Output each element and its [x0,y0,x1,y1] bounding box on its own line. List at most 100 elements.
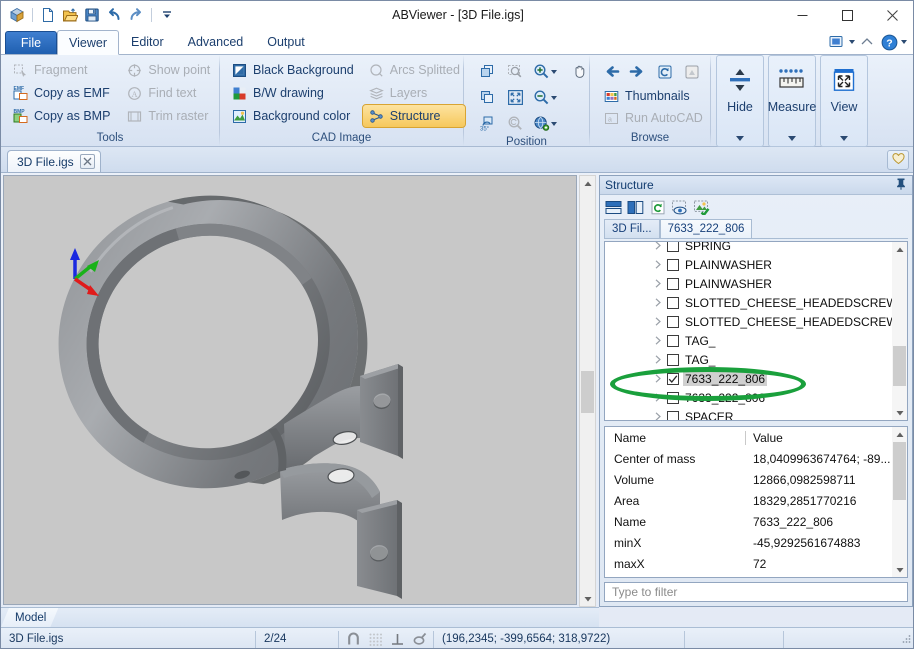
tree-item-checkbox[interactable] [667,315,679,328]
new-file-icon[interactable] [38,5,58,25]
document-tab-3d-file[interactable]: 3D File.igs [7,150,101,172]
display-mode-caret-icon[interactable] [849,40,855,44]
refresh-icon[interactable] [648,198,667,217]
ribbon-item-structure[interactable]: Structure [361,104,466,128]
undo-icon[interactable] [104,5,124,25]
structure-tree[interactable]: SPRING PLAINWASHER PLAINWASHER SLOTTED_C… [604,241,908,421]
chevron-right-icon[interactable] [653,298,663,308]
tab-output[interactable]: Output [255,30,317,54]
chevron-right-icon[interactable] [653,355,663,365]
ribbon-item-background-color[interactable]: Background color [226,105,359,127]
scroll-down-icon[interactable] [892,562,907,577]
tree-vertical-scrollbar[interactable] [892,242,907,420]
display-mode-icon[interactable] [827,32,847,52]
tree-item-slotted-cheese-headedscrew[interactable]: SLOTTED_CHEESE_HEADEDSCREW_ [605,293,892,312]
scroll-up-icon[interactable] [580,176,595,191]
previous-arrow-icon[interactable] [598,60,623,84]
ribbon-item-arcs-splitted[interactable]: Arcs Splitted [363,59,465,81]
scrollbar-thumb[interactable] [893,346,906,386]
hide-button[interactable]: Hide [716,55,764,147]
zoom-in-caret-icon[interactable] [551,69,557,74]
tree-item-tag[interactable]: TAG_ [605,331,892,350]
model-viewport[interactable] [3,175,577,605]
ribbon-item-layers[interactable]: Layers [363,82,465,104]
table-row[interactable]: Area 18329,2851770216 [605,490,892,511]
minimize-button[interactable] [780,1,825,29]
maximize-button[interactable] [825,1,870,29]
expand-all-icon[interactable] [604,198,623,217]
tree-item-checkbox[interactable] [667,277,679,290]
tab-viewer[interactable]: Viewer [57,30,119,55]
scroll-down-icon[interactable] [892,405,907,420]
chevron-right-icon[interactable] [653,317,663,327]
measure-button[interactable]: Measure [768,55,816,147]
properties-vertical-scrollbar[interactable] [892,427,907,577]
chevron-right-icon[interactable] [653,393,663,403]
reload-icon[interactable] [652,60,677,84]
zoom-out-icon[interactable] [530,86,564,110]
zoom-in-icon[interactable] [530,60,564,84]
structure-tab-7633-222-806[interactable]: 7633_222_806 [659,219,753,238]
redo-icon[interactable] [126,5,146,25]
scroll-up-icon[interactable] [892,427,907,442]
view-dropdown-caret-icon[interactable] [840,136,848,141]
tree-item-checkbox[interactable] [667,353,679,366]
show-selection-icon[interactable] [670,198,689,217]
pan-hand-icon[interactable] [566,60,592,84]
help-icon[interactable]: ? [879,32,899,52]
ribbon-item-copy-as-emf[interactable]: EMF Copy as EMF [7,82,115,104]
table-row[interactable]: maxX 72 [605,553,892,574]
tree-item-checkbox[interactable] [667,296,679,309]
ribbon-item-thumbnails[interactable]: Thumbnails [598,85,704,107]
ribbon-item-copy-as-bmp[interactable]: BMP Copy as BMP [7,105,115,127]
next-arrow-icon[interactable] [625,60,650,84]
chevron-right-icon[interactable] [653,336,663,346]
ribbon-item-find-text[interactable]: A Find text [121,82,215,104]
structure-tab-3d-file[interactable]: 3D Fil... [604,219,660,238]
tree-item-spacer[interactable]: SPACER_ [605,407,892,420]
table-row[interactable]: minX -45,9292561674883 [605,532,892,553]
zoom-previous-icon[interactable] [502,112,528,136]
chevron-right-icon[interactable] [653,374,663,384]
ribbon-item-black-background[interactable]: Black Background [226,59,359,81]
tree-item-plainwasher[interactable]: PLAINWASHER [605,274,892,293]
chevron-right-icon[interactable] [653,260,663,270]
tree-item-tag[interactable]: TAG_ [605,350,892,369]
tab-file[interactable]: File [5,31,57,54]
filter-field[interactable] [604,582,908,602]
tree-item-checkbox[interactable] [667,334,679,347]
collapse-all-icon[interactable] [626,198,645,217]
ribbon-item-trim-raster[interactable]: Trim raster [121,105,215,127]
ribbon-item-show-point[interactable]: Show point [121,59,215,81]
tree-item-checkbox[interactable] [667,372,679,385]
scroll-up-icon[interactable] [892,242,907,257]
tree-item-checkbox[interactable] [667,410,679,420]
tab-editor[interactable]: Editor [119,30,176,54]
close-icon[interactable] [79,154,95,169]
tree-item-checkbox[interactable] [667,391,679,404]
scrollbar-thumb[interactable] [893,442,906,500]
move-forward-icon[interactable] [474,60,500,84]
isolate-selection-icon[interactable] [692,198,711,217]
resize-grip-icon[interactable] [900,633,912,645]
tree-item-7633-222-806-selected[interactable]: 7633_222_806 [605,369,892,388]
zoom-extents-icon[interactable] [502,86,528,110]
table-row[interactable]: Center of mass 18,0409963674764; -89... [605,448,892,469]
tab-advanced[interactable]: Advanced [176,30,256,54]
customize-qat-icon[interactable] [157,5,177,25]
app-logo-icon[interactable] [7,5,27,25]
ribbon-item-run-autocad[interactable]: a Run AutoCAD [598,107,704,129]
explorer-icon[interactable] [679,60,704,84]
scroll-down-icon[interactable] [580,591,595,606]
viewport-vertical-scrollbar[interactable] [579,175,596,607]
properties-table[interactable]: Name Value Center of mass 18,04099636747… [604,426,908,578]
open-file-icon[interactable] [60,5,80,25]
close-button[interactable] [870,1,913,29]
zoom-out-caret-icon[interactable] [551,95,557,100]
ribbon-item-bw-drawing[interactable]: B/W drawing [226,82,359,104]
ortho-icon[interactable] [387,630,407,649]
rotate-35-icon[interactable]: 35° [474,112,500,136]
favorites-button[interactable] [887,150,909,170]
pin-icon[interactable] [895,177,907,193]
tree-item-7633-222-806[interactable]: 7633_222_806 [605,388,892,407]
